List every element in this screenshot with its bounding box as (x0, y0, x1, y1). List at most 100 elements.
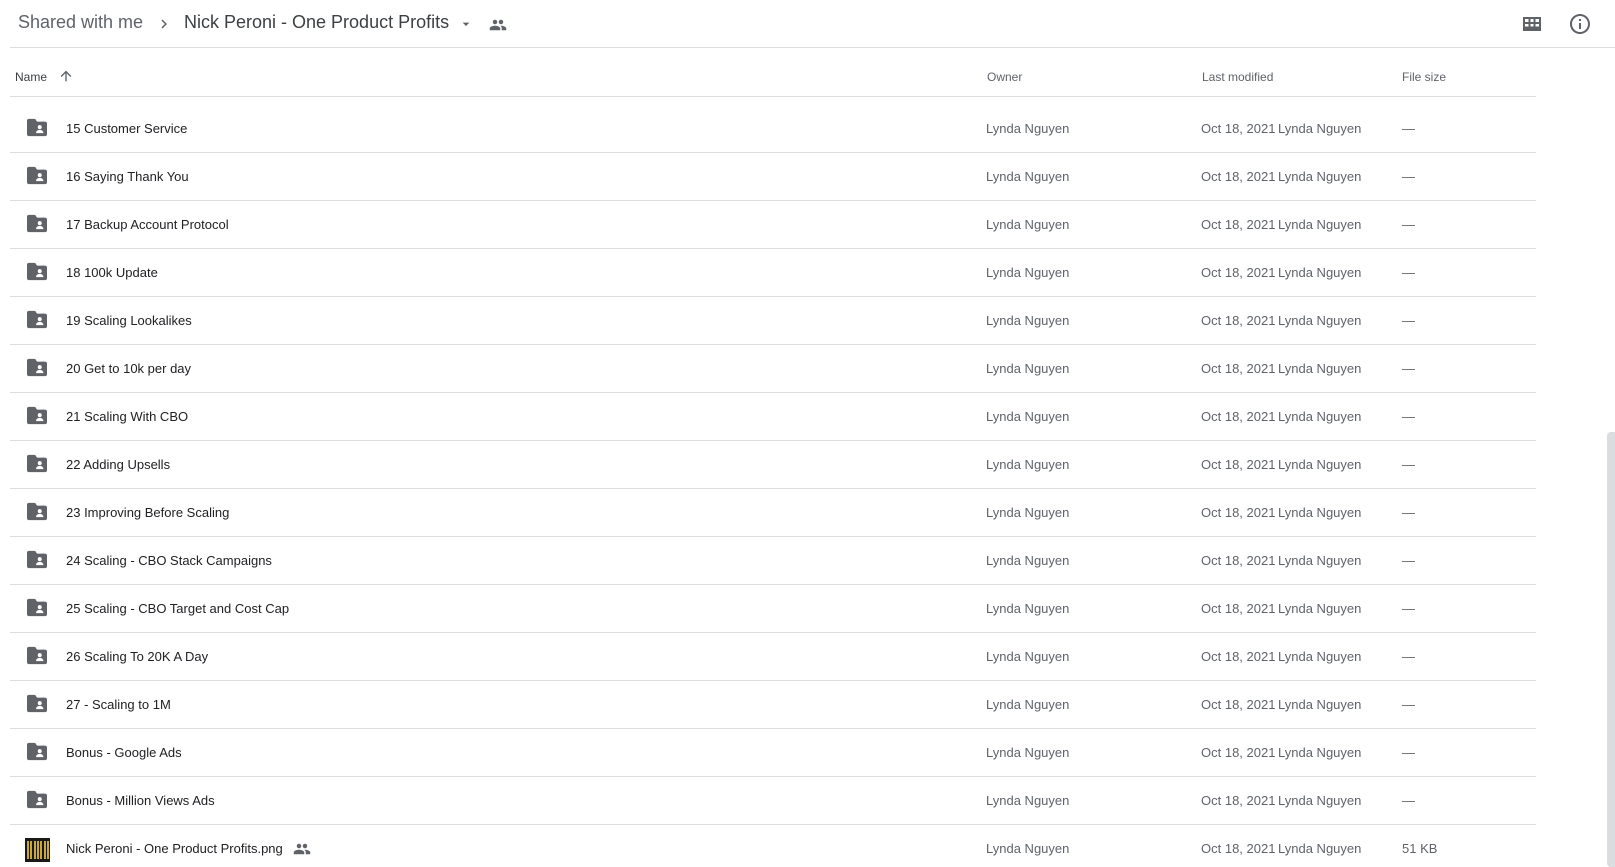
file-name: 24 Scaling - CBO Stack Campaigns (66, 553, 272, 568)
file-name: 26 Scaling To 20K A Day (66, 649, 209, 664)
file-owner: Lynda Nguyen (986, 841, 1070, 856)
file-row[interactable]: Bonus - Google Ads Lynda Nguyen Oct 18, 20… (10, 729, 1536, 777)
file-name: 25 Scaling - CBO Target and Cost Cap (66, 601, 290, 616)
file-modified-date: Oct 18, 2021 (1201, 505, 1276, 520)
file-name: 17 Backup Account Protocol (66, 217, 229, 232)
file-owner: Lynda Nguyen (986, 649, 1070, 664)
file-modified-date: Oct 18, 2021 (1201, 601, 1276, 616)
column-header-owner: Owner (987, 70, 1023, 84)
shared-folder-icon (27, 646, 47, 665)
file-row[interactable]: 15 Customer Service Lynda Nguyen Oct 18, 2… (10, 105, 1536, 153)
file-size: — (1402, 457, 1415, 472)
file-row[interactable]: 26 Scaling To 20K A Day Lynda Nguyen Oct 1… (10, 633, 1536, 681)
file-owner: Lynda Nguyen (986, 697, 1070, 712)
file-modified-by: Lynda Nguyen (1278, 841, 1362, 856)
shared-folder-icon (27, 406, 47, 425)
file-modified-date: Oct 18, 2021 (1201, 409, 1276, 424)
file-row[interactable]: 20 Get to 10k per day Lynda Nguyen Oct 18,… (10, 345, 1536, 393)
file-row[interactable]: 25 Scaling - CBO Target and Cost Cap Lynd… (10, 585, 1536, 633)
file-row[interactable]: Nick Peroni - One Product Profits.png Lyn… (10, 825, 1536, 867)
file-size: — (1402, 745, 1415, 760)
file-name: 16 Saying Thank You (66, 169, 189, 184)
shared-folder-icon (27, 310, 47, 329)
arrow-upward-icon[interactable] (58, 68, 74, 84)
file-row[interactable]: 19 Scaling Lookalikes Lynda Nguyen Oct 18,… (10, 297, 1536, 345)
file-size: — (1402, 265, 1415, 280)
file-name: 27 - Scaling to 1M (66, 697, 171, 712)
file-modified-date: Oct 18, 2021 (1201, 745, 1276, 760)
shared-folder-icon (27, 598, 47, 617)
shared-folder-icon (27, 166, 47, 185)
chevron-right-icon (161, 19, 167, 29)
file-modified-by: Lynda Nguyen (1278, 697, 1362, 712)
file-size: 51 KB (1402, 841, 1438, 856)
info-icon[interactable] (1568, 12, 1592, 36)
file-owner: Lynda Nguyen (986, 169, 1070, 184)
file-modified-by: Lynda Nguyen (1278, 553, 1362, 568)
file-modified-date: Oct 18, 2021 (1201, 265, 1276, 280)
file-size: — (1402, 121, 1415, 136)
file-row[interactable]: 24 Scaling - CBO Stack Campaigns Lynda Ng… (10, 537, 1536, 585)
file-row[interactable]: 27 - Scaling to 1M Lynda Nguyen Oct 18, 20… (10, 681, 1536, 729)
file-owner: Lynda Nguyen (986, 361, 1070, 376)
scrollbar-thumb[interactable] (1607, 432, 1615, 867)
file-owner: Lynda Nguyen (986, 265, 1070, 280)
column-header-file-size[interactable]: File size (1402, 70, 1446, 84)
file-row[interactable]: Bonus - Million Views Ads Lynda Nguyen Oct… (10, 777, 1536, 825)
file-name: Nick Peroni - One Product Profits.png (66, 841, 283, 856)
grid-view-icon[interactable] (1520, 12, 1544, 36)
column-header-row: Name Owner Last modified File size (10, 57, 1536, 97)
file-modified-by: Lynda Nguyen (1278, 505, 1362, 520)
column-header-last-modified[interactable]: Last modified (1202, 70, 1273, 84)
shared-folder-icon (27, 454, 47, 473)
shared-folder-icon (27, 262, 47, 281)
file-size: — (1402, 793, 1415, 808)
file-modified-by: Lynda Nguyen (1278, 649, 1362, 664)
file-modified-by: Lynda Nguyen (1278, 313, 1362, 328)
file-size: — (1402, 217, 1415, 232)
breadcrumb-current-folder[interactable]: Nick Peroni - One Product Profits (184, 12, 449, 33)
file-modified-by: Lynda Nguyen (1278, 457, 1362, 472)
file-owner: Lynda Nguyen (986, 601, 1070, 616)
header-divider (10, 47, 1615, 48)
breadcrumb-bar: Shared with me Nick Peroni - One Product… (0, 0, 1615, 48)
file-row[interactable]: 22 Adding Upsells Lynda Nguyen Oct 18, 202… (10, 441, 1536, 489)
file-modified-by: Lynda Nguyen (1278, 217, 1362, 232)
file-size: — (1402, 409, 1415, 424)
file-size: — (1402, 697, 1415, 712)
file-owner: Lynda Nguyen (986, 553, 1070, 568)
file-modified-by: Lynda Nguyen (1278, 409, 1362, 424)
shared-folder-icon (27, 742, 47, 761)
file-row[interactable]: 16 Saying Thank You Lynda Nguyen Oct 18, 2… (10, 153, 1536, 201)
file-owner: Lynda Nguyen (986, 745, 1070, 760)
file-modified-date: Oct 18, 2021 (1201, 217, 1276, 232)
image-thumbnail (25, 838, 50, 862)
file-row[interactable]: 18 100k Update Lynda Nguyen Oct 18, 2021 Ly… (10, 249, 1536, 297)
file-row[interactable]: 23 Improving Before Scaling Lynda Nguyen O… (10, 489, 1536, 537)
file-modified-date: Oct 18, 2021 (1201, 649, 1276, 664)
file-row[interactable]: 17 Backup Account Protocol Lynda Nguyen Oc… (10, 201, 1536, 249)
file-name: Bonus - Million Views Ads (66, 793, 215, 808)
column-header-name[interactable]: Name (15, 70, 47, 84)
file-modified-date: Oct 18, 2021 (1201, 793, 1276, 808)
file-owner: Lynda Nguyen (986, 793, 1070, 808)
file-modified-by: Lynda Nguyen (1278, 745, 1362, 760)
shared-folder-icon (27, 214, 47, 233)
file-modified-by: Lynda Nguyen (1278, 265, 1362, 280)
file-modified-date: Oct 18, 2021 (1201, 553, 1276, 568)
file-row[interactable]: 21 Scaling With CBO Lynda Nguyen Oct 18, 2… (10, 393, 1536, 441)
shared-folder-icon (27, 118, 47, 137)
file-size: — (1402, 553, 1415, 568)
arrow-drop-down-icon[interactable] (458, 16, 474, 32)
breadcrumb-shared-with-me[interactable]: Shared with me (18, 12, 143, 33)
file-size: — (1402, 601, 1415, 616)
file-name: 21 Scaling With CBO (66, 409, 189, 424)
file-owner: Lynda Nguyen (986, 313, 1070, 328)
file-owner: Lynda Nguyen (986, 457, 1070, 472)
file-modified-date: Oct 18, 2021 (1201, 841, 1276, 856)
file-list: 15 Customer Service Lynda Nguyen Oct 18, 2… (10, 105, 1536, 867)
file-modified-by: Lynda Nguyen (1278, 361, 1362, 376)
file-size: — (1402, 361, 1415, 376)
file-name: 20 Get to 10k per day (66, 361, 192, 376)
file-name: 19 Scaling Lookalikes (66, 313, 192, 328)
